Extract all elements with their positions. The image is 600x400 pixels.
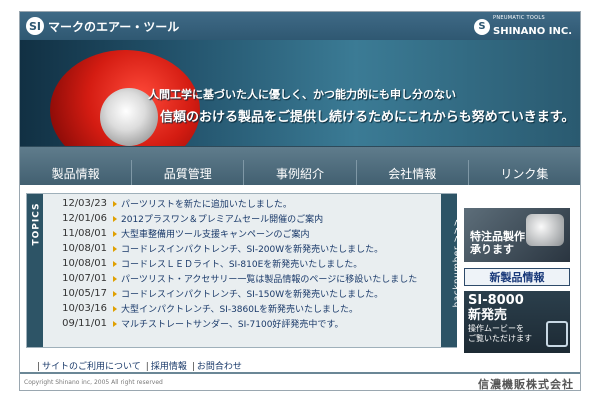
nav-company[interactable]: 会社情報 xyxy=(355,160,468,186)
footer-links: | サイトのご利用について | 採用情報 | お問合わせ xyxy=(34,359,244,372)
news-date: 09/11/01 xyxy=(62,318,107,329)
news-item[interactable]: 10/08/01 コードレスインパクトレンチ、SI-200Wを新発売いたしました… xyxy=(49,241,444,256)
site-logo[interactable]: SI マークのエアー・ツール xyxy=(26,17,179,35)
news-date: 12/01/06 xyxy=(62,213,107,224)
arrow-icon xyxy=(113,245,117,252)
news-item[interactable]: 10/03/16 大型インパクトレンチ、SI-3860Lを新発売いたしました。 xyxy=(49,301,444,316)
news-title[interactable]: コードレスインパクトレンチ、SI-150Wを新発売いたしました。 xyxy=(121,287,383,300)
link-recruit[interactable]: 採用情報 xyxy=(151,362,187,372)
arrow-icon xyxy=(113,200,117,207)
news-list: 12/03/23 パーツリストを新たに追加いたしました。 12/01/06 20… xyxy=(49,196,444,331)
hero-line-1: 人間工学に基づいた人に優しく、かつ能力的にも申し分のない xyxy=(148,88,456,101)
si8000-model: SI-8000 xyxy=(468,293,524,308)
arrow-icon xyxy=(113,215,117,222)
news-item[interactable]: 10/08/01 コードレスＬＥＤライト、SI-810Eを新発売いたしました。 xyxy=(49,256,444,271)
nav-products[interactable]: 製品情報 xyxy=(20,160,131,186)
news-title[interactable]: コードレスインパクトレンチ、SI-200Wを新発売いたしました。 xyxy=(121,242,383,255)
news-date: 10/03/16 xyxy=(62,303,107,314)
news-item[interactable]: 11/08/01 大型車整備用ツール支援キャンペーンのご案内 xyxy=(49,226,444,241)
content-area: TOPICS 12/03/23 パーツリストを新たに追加いたしました。 12/0… xyxy=(20,185,580,372)
news-title[interactable]: 大型インパクトレンチ、SI-3860Lを新発売いたしました。 xyxy=(121,302,358,315)
news-item[interactable]: 09/11/01 マルチストレートサンダー、SI-7100好評発売中です。 xyxy=(49,316,444,331)
topics-panel: TOPICS 12/03/23 パーツリストを新たに追加いたしました。 12/0… xyxy=(26,193,457,348)
movie-note-1: 操作ムービーを xyxy=(468,324,524,333)
custom-order-line-2: 承ります xyxy=(470,243,514,256)
news-date: 10/07/01 xyxy=(62,273,107,284)
arrow-icon xyxy=(113,320,117,327)
logo-text: マークのエアー・ツール xyxy=(48,19,180,34)
nav-links[interactable]: リンク集 xyxy=(467,160,580,186)
news-title[interactable]: 2012プラスワン＆プレミアムセール開催のご案内 xyxy=(121,212,323,225)
movie-note-2: ご覧いただけます xyxy=(468,334,532,343)
news-date: 11/08/01 xyxy=(62,228,107,239)
custom-order-banner[interactable]: 特注品製作 承ります xyxy=(464,208,570,262)
separator: | xyxy=(145,362,149,372)
page-frame: SI マークのエアー・ツール S PNEUMATIC TOOLS SHINANO… xyxy=(19,11,581,391)
news-date: 12/03/23 xyxy=(62,198,107,209)
link-site-usage[interactable]: サイトのご利用について xyxy=(42,362,141,372)
nav-quality[interactable]: 品質管理 xyxy=(131,160,243,186)
news-title[interactable]: マルチストレートサンダー、SI-7100好評発売中です。 xyxy=(121,317,344,330)
brand-name: SHINANO INC. xyxy=(493,26,572,37)
news-date: 10/08/01 xyxy=(62,258,107,269)
news-item[interactable]: 10/07/01 パーツリスト・アクセサリー一覧は製品情報のページに移設いたしま… xyxy=(49,271,444,286)
news-item[interactable]: 12/01/06 2012プラスワン＆プレミアムセール開催のご案内 xyxy=(49,211,444,226)
news-item[interactable]: 10/05/17 コードレスインパクトレンチ、SI-150Wを新発売いたしました… xyxy=(49,286,444,301)
top-bar: SI マークのエアー・ツール S PNEUMATIC TOOLS SHINANO… xyxy=(20,12,580,40)
brand-badge-icon: S xyxy=(474,18,491,35)
separator: | xyxy=(37,362,41,372)
hero-line-2: 信頼のおける製品をご提供し続けるためにこれからも努めていきます。 xyxy=(160,110,575,125)
backnumber-label: backnumber >>> xyxy=(452,218,463,308)
main-nav: 製品情報 品質管理 事例紹介 会社情報 リンク集 xyxy=(20,146,580,186)
arrow-icon xyxy=(113,230,117,237)
arrow-icon xyxy=(113,275,117,282)
topics-label: TOPICS xyxy=(31,202,42,246)
separator: | xyxy=(191,362,195,372)
news-title[interactable]: パーツリスト・アクセサリー一覧は製品情報のページに移設いたしました xyxy=(121,272,417,285)
nav-cases[interactable]: 事例紹介 xyxy=(243,160,355,186)
hero-banner: 人間工学に基づいた人に優しく、かつ能力的にも申し分のない 信頼のおける製品をご提… xyxy=(20,40,580,146)
news-title[interactable]: 大型車整備用ツール支援キャンペーンのご案内 xyxy=(121,227,310,240)
company-name: 信濃機販株式会社 xyxy=(478,378,574,391)
copyright: Copyright Shinano inc, 2005 All right re… xyxy=(24,379,163,386)
footer-bar: Copyright Shinano inc, 2005 All right re… xyxy=(20,372,580,391)
news-date: 10/05/17 xyxy=(62,288,107,299)
arrow-icon xyxy=(113,305,117,312)
si8000-banner[interactable]: SI-8000 新発売 操作ムービーを ご覧いただけます xyxy=(464,291,570,353)
tool-image xyxy=(526,214,564,246)
brand-tagline: PNEUMATIC TOOLS xyxy=(493,15,545,21)
arrow-icon xyxy=(113,290,117,297)
news-title[interactable]: コードレスＬＥＤライト、SI-810Eを新発売いたしました。 xyxy=(121,257,362,270)
logo-badge-icon: SI xyxy=(26,17,44,35)
news-date: 10/08/01 xyxy=(62,243,107,254)
news-title[interactable]: パーツリストを新たに追加いたしました。 xyxy=(121,197,292,210)
topics-tab: TOPICS xyxy=(27,194,43,347)
news-item[interactable]: 12/03/23 パーツリストを新たに追加いたしました。 xyxy=(49,196,444,211)
backnumber-tab[interactable]: backnumber >>> xyxy=(441,194,463,347)
new-products-button[interactable]: 新製品情報 xyxy=(464,268,570,286)
si8000-new-release: 新発売 xyxy=(468,308,508,323)
arrow-icon xyxy=(113,260,117,267)
link-contact[interactable]: お問合わせ xyxy=(197,362,242,372)
custom-order-line-1: 特注品製作 xyxy=(470,230,525,243)
video-icon xyxy=(546,321,568,347)
brand-logo: S PNEUMATIC TOOLS SHINANO INC. xyxy=(474,16,572,37)
